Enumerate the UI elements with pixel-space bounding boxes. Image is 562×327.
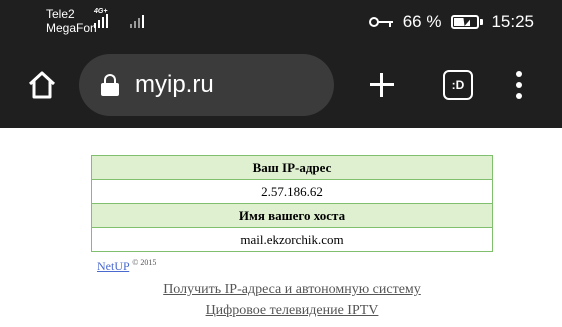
- host-value: mail.ekzorchik.com: [91, 227, 493, 252]
- host-header: Имя вашего хоста: [91, 203, 493, 228]
- battery-tip: [480, 19, 484, 25]
- home-button[interactable]: [26, 69, 58, 101]
- signal-icon-sim1: 4G+: [94, 8, 108, 28]
- footer-copyright: NetUP © 2015: [97, 258, 156, 274]
- signal-indicators: 4G+: [94, 8, 144, 28]
- address-bar[interactable]: myip.ru: [79, 54, 334, 116]
- menu-dot-icon: [516, 82, 522, 88]
- netup-link[interactable]: NetUP: [97, 259, 129, 273]
- lock-icon[interactable]: [101, 74, 119, 96]
- carrier-2: MegaFon: [46, 21, 97, 35]
- web-page: Ваш IP-адрес 2.57.186.62 Имя вашего хост…: [0, 128, 562, 327]
- vpn-key-icon: [368, 15, 395, 29]
- ip-info-table: Ваш IP-адрес 2.57.186.62 Имя вашего хост…: [91, 155, 493, 252]
- copyright-year: © 2015: [132, 258, 157, 267]
- battery-percent: 66 %: [402, 12, 442, 31]
- battery-icon: [451, 15, 480, 29]
- iptv-link[interactable]: Цифровое телевидение IPTV: [0, 303, 562, 319]
- signal-icon-sim2: [130, 12, 144, 28]
- home-icon: [28, 71, 56, 99]
- network-type-label: 4G+: [94, 8, 108, 15]
- ip-as-link[interactable]: Получить IP-адреса и автономную систему: [0, 282, 562, 298]
- menu-dot-icon: [516, 93, 522, 99]
- ip-header: Ваш IP-адрес: [91, 155, 493, 180]
- ip-value: 2.57.186.62: [91, 179, 493, 204]
- browser-toolbar: myip.ru :D: [0, 44, 562, 128]
- new-tab-button[interactable]: [368, 71, 396, 99]
- status-right: 66 % 15:25: [368, 12, 534, 32]
- carrier-names: Tele2 MegaFon: [46, 7, 97, 35]
- clock: 15:25: [491, 12, 534, 31]
- menu-dot-icon: [516, 71, 522, 77]
- status-bar: Tele2 MegaFon 4G+ 66 % 15:25: [0, 0, 562, 44]
- carrier-1: Tele2: [46, 7, 75, 21]
- tab-switcher-button[interactable]: :D: [443, 70, 473, 100]
- menu-button[interactable]: [515, 71, 523, 99]
- url-text[interactable]: myip.ru: [135, 71, 214, 99]
